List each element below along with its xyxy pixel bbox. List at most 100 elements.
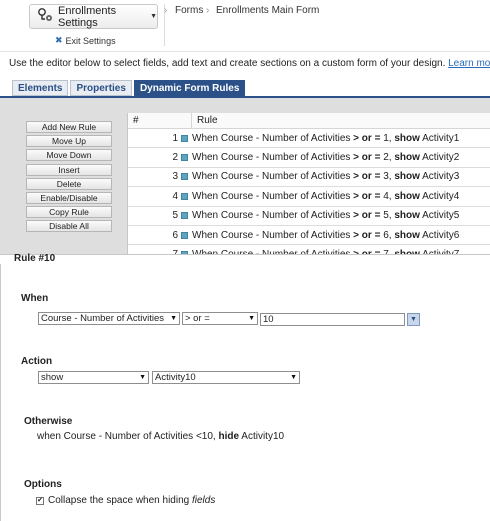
rule-operator: > or =: [353, 171, 381, 183]
rule-number: 4: [172, 190, 178, 202]
rule-target: Activity3: [419, 171, 460, 183]
settings-label: Enrollments Settings: [58, 4, 117, 29]
breadcrumb-forms[interactable]: Forms: [175, 5, 203, 16]
otherwise-condition: when Course - Number of Activities <10,: [37, 431, 219, 442]
table-row[interactable]: 2 When Course - Number of Activities > or…: [128, 148, 490, 168]
rule-operator: > or =: [353, 132, 381, 144]
detail-border: [0, 264, 1, 521]
rule-status-icon: [181, 173, 188, 181]
option-text: Collapse the space when hiding: [48, 495, 192, 506]
rule-number: 7: [128, 249, 178, 254]
rule-value: 6,: [380, 229, 395, 241]
exit-settings-label: Exit Settings: [65, 35, 116, 46]
move-up-button[interactable]: Move Up: [26, 135, 112, 148]
rule-operator: > or =: [353, 152, 381, 164]
learn-more-link[interactable]: Learn more: [448, 58, 490, 69]
table-row[interactable]: 3 When Course - Number of Activities > or…: [128, 168, 490, 188]
editor-tabs: Elements Properties Dynamic Form Rules: [12, 80, 247, 96]
target-value: Activity10: [155, 372, 196, 383]
enrollments-settings-button[interactable]: Enrollments Settings ▼: [29, 4, 158, 29]
header-divider-line: [0, 51, 490, 52]
rule-action: show: [394, 210, 420, 222]
rule-title: Rule #10: [14, 253, 56, 264]
insert-button[interactable]: Insert: [26, 163, 112, 176]
chevron-down-icon: ▼: [139, 374, 146, 381]
breadcrumb-separator: ›: [206, 5, 210, 16]
operator-select[interactable]: > or = ▼: [182, 312, 258, 325]
rule-value: 3,: [380, 171, 395, 183]
rule-status-icon: [181, 212, 188, 220]
rule-value: 1,: [380, 132, 395, 144]
table-body: 1 When Course - Number of Activities > or…: [128, 129, 490, 254]
rule-number: 5: [172, 210, 178, 222]
otherwise-action: hide: [218, 431, 240, 442]
chevron-down-icon: ▼: [170, 315, 177, 322]
tab-elements[interactable]: Elements: [12, 80, 69, 96]
tab-properties[interactable]: Properties: [70, 80, 132, 96]
enable-disable-button[interactable]: Enable/Disable: [26, 191, 112, 204]
rule-operator: > or =: [353, 249, 380, 254]
rule-text: When Course - Number of Activities > or …: [192, 152, 459, 163]
rule-action: show: [394, 190, 420, 202]
value-dropdown-button[interactable]: ▼: [407, 313, 420, 326]
table-row[interactable]: 6 When Course - Number of Activities > or…: [128, 226, 490, 246]
rule-condition: When Course - Number of Activities: [192, 249, 353, 254]
collapse-space-option[interactable]: ✔ Collapse the space when hiding fields: [36, 495, 215, 506]
rule-status-icon: [181, 231, 188, 239]
rule-text: When Course - Number of Activities > or …: [192, 210, 459, 221]
rule-value: 4,: [380, 190, 395, 202]
rule-target: Activity4: [419, 190, 460, 202]
rules-table[interactable]: # Rule 1 When Course - Number of Activiti…: [127, 113, 490, 254]
chevron-down-icon: ▼: [290, 374, 297, 381]
rule-target: Activity1: [419, 132, 460, 144]
otherwise-text: when Course - Number of Activities <10, …: [37, 431, 284, 442]
rule-operator: > or =: [353, 229, 381, 241]
target-select[interactable]: Activity10 ▼: [152, 371, 300, 384]
rule-text: When Course - Number of Activities > or …: [192, 171, 459, 182]
table-row[interactable]: 1 When Course - Number of Activities > or…: [128, 129, 490, 149]
rule-number: 6: [172, 229, 178, 241]
table-row[interactable]: 7 When Course - Number of Activities > or…: [128, 245, 490, 254]
rule-number: 1: [172, 132, 178, 144]
rule-value: 2,: [380, 152, 395, 164]
disable-all-button[interactable]: Disable All: [26, 220, 112, 233]
add-new-rule-button[interactable]: Add New Rule: [26, 121, 112, 133]
rule-action: show: [394, 249, 420, 254]
when-label: When: [21, 293, 49, 304]
breadcrumb-current: Enrollments Main Form: [216, 5, 320, 16]
intro-text: Use the editor below to select fields, a…: [9, 58, 490, 69]
delete-button[interactable]: Delete: [26, 177, 112, 190]
rule-text: When Course - Number of Activities > or …: [192, 133, 459, 144]
chevron-down-icon: ▼: [150, 13, 157, 20]
rule-target: Activity5: [419, 210, 460, 222]
rule-condition: When Course - Number of Activities: [192, 190, 354, 202]
action-value: show: [41, 372, 64, 383]
tab-dynamic-form-rules[interactable]: Dynamic Form Rules: [133, 80, 246, 96]
rule-actions: Add New Rule Move Up Move Down Insert De…: [26, 121, 112, 235]
condition-value-input[interactable]: 10: [260, 313, 405, 326]
rule-condition: When Course - Number of Activities: [192, 132, 354, 144]
rule-status-icon: [181, 154, 188, 162]
rule-status-icon: [181, 251, 188, 254]
rule-target: Activity6: [419, 229, 460, 241]
copy-rule-button[interactable]: Copy Rule: [26, 206, 112, 219]
option-label: Collapse the space when hiding fields: [48, 495, 215, 506]
action-label: Action: [21, 356, 53, 367]
rule-operator: > or =: [353, 190, 381, 202]
rule-value: 5,: [380, 210, 395, 222]
collapse-space-checkbox[interactable]: ✔: [36, 496, 44, 505]
breadcrumb-separator: ›: [164, 5, 168, 16]
table-row[interactable]: 5 When Course - Number of Activities > or…: [128, 207, 490, 226]
rule-text: When Course - Number of Activities > or …: [192, 191, 459, 202]
rule-text: When Course - Number of Activities > or …: [192, 249, 459, 254]
rule-number: 2: [172, 152, 178, 164]
rule-status-icon: [181, 192, 188, 200]
condition-field-select[interactable]: Course - Number of Activities ▼: [38, 312, 180, 325]
move-down-button[interactable]: Move Down: [26, 149, 112, 162]
options-label: Options: [24, 479, 62, 490]
condition-field-value: Course - Number of Activities: [41, 313, 165, 324]
table-row[interactable]: 4 When Course - Number of Activities > or…: [128, 187, 490, 207]
operator-value: > or =: [185, 313, 210, 324]
action-select[interactable]: show ▼: [38, 371, 149, 384]
exit-settings-link[interactable]: ✖ Exit Settings: [55, 35, 116, 46]
